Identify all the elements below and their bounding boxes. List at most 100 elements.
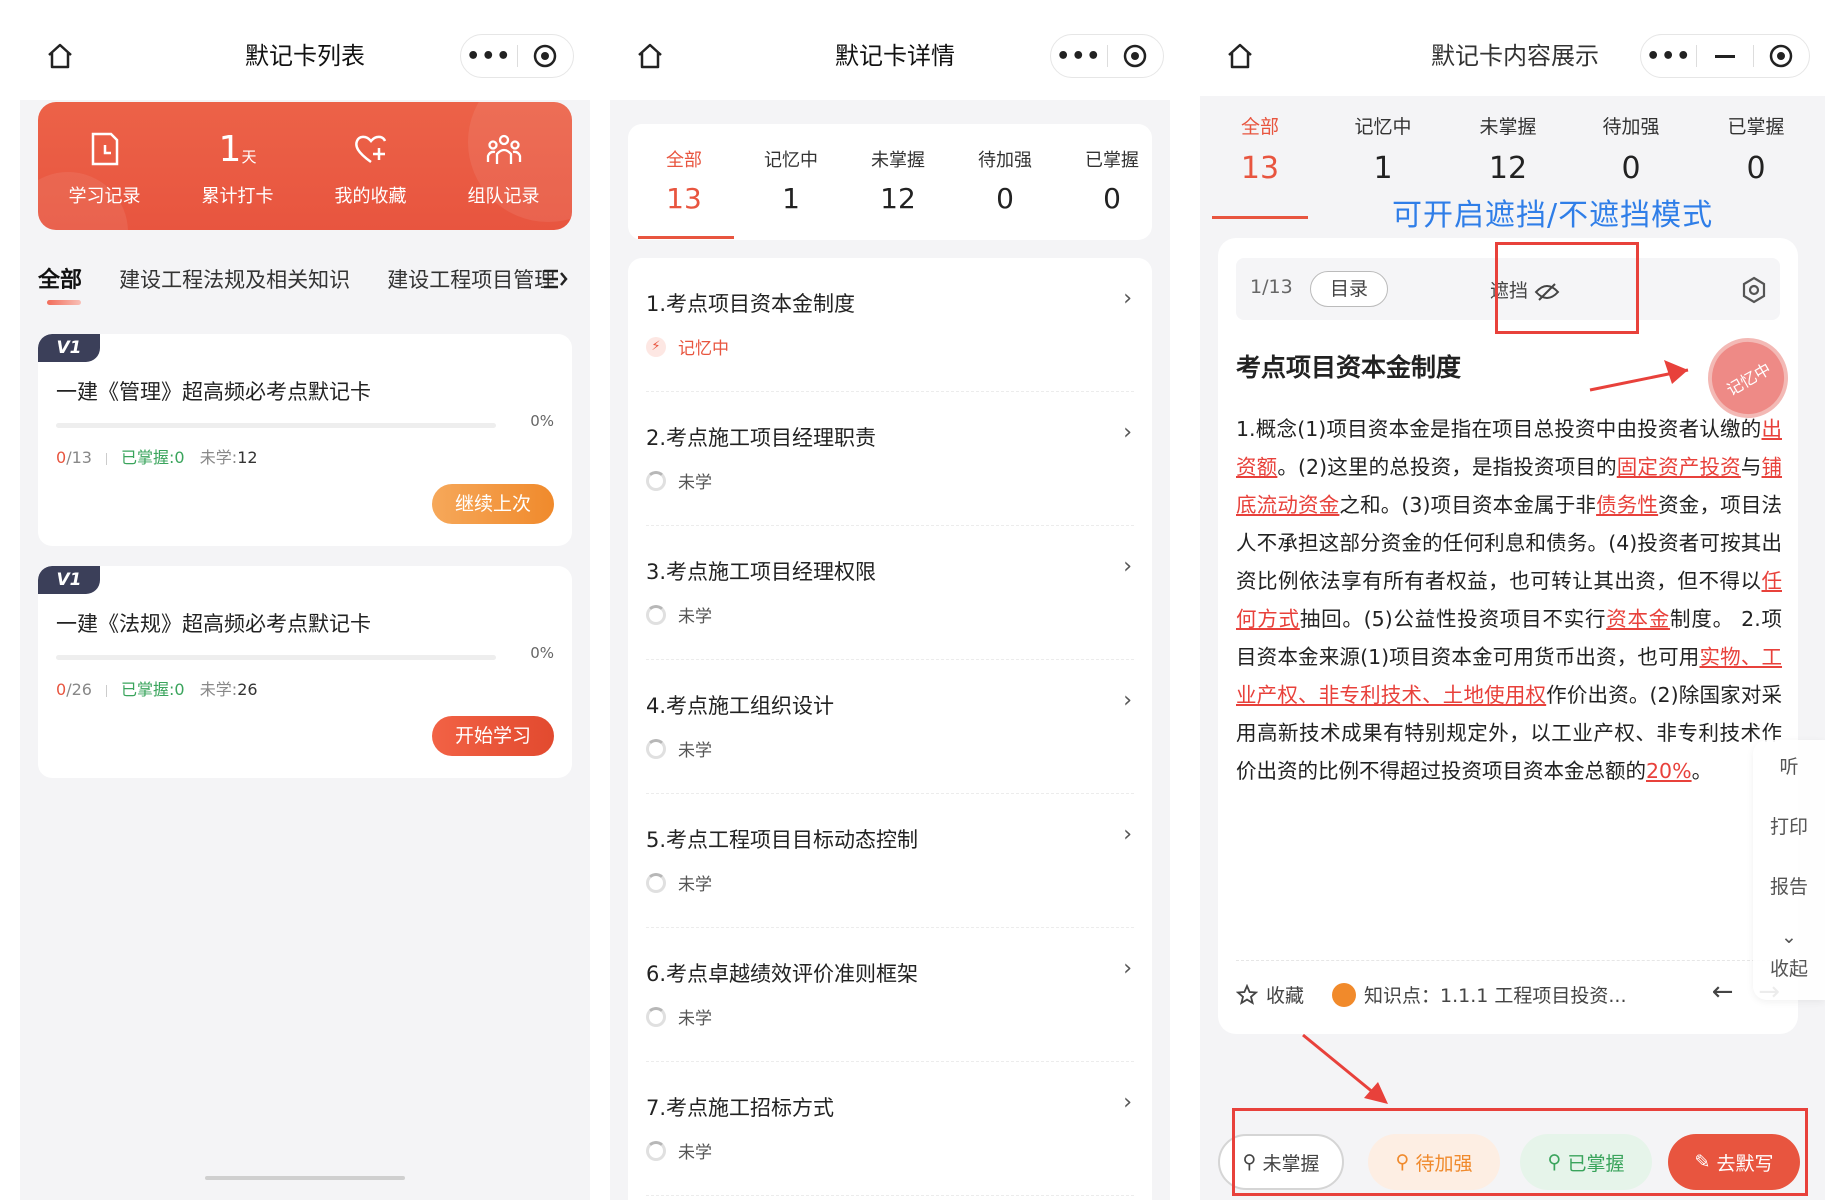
card-stats: 0/13 已掌握:0 未学:12 <box>56 448 258 467</box>
tab-mastered[interactable]: 已掌握 0 <box>1706 112 1806 186</box>
tab-mastered[interactable]: 已掌握 0 <box>1062 146 1162 215</box>
list-item[interactable]: 5.考点工程项目目标动态控制 › 未学 <box>646 794 1134 928</box>
navbar: 默记卡列表 ••• <box>20 0 590 100</box>
toc-button[interactable]: 目录 <box>1310 271 1388 307</box>
minimize-icon[interactable] <box>1697 34 1752 78</box>
chevron-right-icon: › <box>1123 1090 1132 1115</box>
tab-needs-work[interactable]: 待加强 0 <box>955 146 1055 215</box>
listen-button[interactable]: 听 <box>1753 752 1825 779</box>
masked-keyword[interactable]: 20% <box>1646 759 1692 783</box>
day-count-icon: 1天 <box>218 128 257 170</box>
list-item[interactable]: 6.考点卓越绩效评价准则框架 › 未学 <box>646 928 1134 1062</box>
topic-list: 1.考点项目资本金制度 › ⚡ 记忆中 2.考点施工项目经理职责 › 未学 3.考点施… <box>628 258 1152 1200</box>
collapse-button[interactable]: 收起 <box>1753 954 1825 981</box>
flash-card: 1/13 目录 遮挡 考点项目资本金制度 记忆中 1.概念(1)项目资本金是指在… <box>1218 238 1803 1034</box>
tab-all[interactable]: 全部 13 <box>1210 112 1310 186</box>
unlearned-icon <box>646 1006 666 1027</box>
study-record-button[interactable]: 学习记录 <box>38 128 171 208</box>
close-target-icon[interactable] <box>517 34 573 78</box>
card-title: 考点项目资本金制度 <box>1236 353 1462 382</box>
card-content-screen: 默记卡内容展示 ••• 全部 13 记忆中 1 未掌握 12 待加强 0 已掌握 0 可开… <box>1200 0 1825 1200</box>
capsule-menu: ••• <box>1050 34 1164 78</box>
annotation-box-actions <box>1232 1108 1808 1196</box>
banner-label: 我的收藏 <box>334 186 407 207</box>
chevron-right-icon: › <box>1123 688 1132 713</box>
card-detail-screen: 默记卡详情 ••• 全部 13 记忆中 1 未掌握 12 待加强 0 已掌握 0 1.考点… <box>610 0 1170 1200</box>
knowledge-point[interactable]: 知识点：1.1.1 工程项目投资... <box>1332 981 1672 1008</box>
masked-keyword[interactable]: 债务性 <box>1596 493 1658 517</box>
team-icon <box>437 128 570 170</box>
chevron-right-icon: › <box>1123 286 1132 311</box>
chevron-right-icon: › <box>1123 956 1132 981</box>
masked-keyword[interactable]: 固定资产投资 <box>1617 455 1741 479</box>
home-indicator <box>205 1176 405 1180</box>
progress-percent: 0% <box>530 644 554 662</box>
unlearned-icon <box>646 470 666 491</box>
annotation-mask-mode: 可开启遮挡/不遮挡模式 <box>1392 198 1714 233</box>
close-target-icon[interactable] <box>1754 34 1809 78</box>
unlearned-icon <box>646 738 666 759</box>
more-icon[interactable]: ••• <box>1051 34 1107 78</box>
active-tab-indicator <box>638 236 734 239</box>
tab-project-management[interactable]: 建设工程项目管理 <box>387 264 555 294</box>
home-icon[interactable] <box>40 36 80 76</box>
navbar: 默记卡内容展示 ••• <box>1200 0 1825 100</box>
page-counter: 1/13 <box>1250 276 1293 298</box>
report-button[interactable]: 报告 <box>1753 872 1825 899</box>
tab-not-mastered[interactable]: 未掌握 12 <box>1458 112 1558 186</box>
tab-all[interactable]: 全部 13 <box>634 146 734 215</box>
list-item[interactable]: 1.考点项目资本金制度 › ⚡ 记忆中 <box>646 258 1134 392</box>
list-item[interactable]: 4.考点施工组织设计 › 未学 <box>646 660 1134 794</box>
progress-percent: 0% <box>530 412 554 430</box>
chevron-down-icon[interactable]: ⌄ <box>1753 926 1825 948</box>
card-body: 1.概念(1)项目资本金是指在项目总投资中由投资者认缴的出资额。(2)这里的总投… <box>1236 410 1782 790</box>
side-toolbar: 听 打印 报告 ⌄ 收起 <box>1753 740 1825 1000</box>
print-button[interactable]: 打印 <box>1753 812 1825 839</box>
progress-bar <box>56 423 496 428</box>
status-summary: 全部 13 记忆中 1 未掌握 12 待加强 0 已掌握 0 <box>628 124 1152 240</box>
home-icon[interactable] <box>1220 36 1260 76</box>
clock-doc-icon <box>38 128 171 170</box>
tab-regulations[interactable]: 建设工程法规及相关知识 <box>119 264 350 294</box>
masked-keyword[interactable]: 资本金 <box>1606 607 1670 631</box>
unlearned-icon <box>646 872 666 893</box>
expand-menu-icon[interactable] <box>542 268 568 296</box>
list-item[interactable]: 7.考点施工招标方式 › 未学 <box>646 1062 1134 1196</box>
card-list-screen: 默记卡列表 ••• 学习记录 1天 累计打卡 我的收藏 组队记录 全部 建设工程… <box>20 0 590 1200</box>
list-item[interactable]: 3.考点施工项目经理权限 › 未学 <box>646 526 1134 660</box>
card-footer: 收藏 知识点：1.1.1 工程项目投资... ← → <box>1236 960 1780 1008</box>
tab-memorizing[interactable]: 记忆中 1 <box>1333 112 1433 186</box>
deck-card-management[interactable]: V1 一建《管理》超高频必考点默记卡 0% 0/13 已掌握:0 未学:12 继续… <box>38 334 572 546</box>
capsule-menu: ••• <box>460 34 574 78</box>
prev-arrow-icon[interactable]: ← <box>1712 977 1734 1007</box>
body-text-segment: 。 <box>1691 759 1713 783</box>
feature-banner: 学习记录 1天 累计打卡 我的收藏 组队记录 <box>38 102 572 230</box>
favorite-button[interactable]: 收藏 <box>1236 981 1304 1008</box>
banner-label: 组队记录 <box>467 186 540 207</box>
more-icon[interactable]: ••• <box>461 34 517 78</box>
tab-not-mastered[interactable]: 未掌握 12 <box>848 146 948 215</box>
close-target-icon[interactable] <box>1107 34 1163 78</box>
star-icon <box>1236 983 1258 1005</box>
deck-card-regulations[interactable]: V1 一建《法规》超高频必考点默记卡 0% 0/26 已掌握:0 未学:26 开始… <box>38 566 572 778</box>
tab-all[interactable]: 全部 <box>38 262 82 294</box>
version-tag: V1 <box>38 566 100 594</box>
tab-needs-work[interactable]: 待加强 0 <box>1581 112 1681 186</box>
team-record-button[interactable]: 组队记录 <box>437 128 570 208</box>
checkin-count-button[interactable]: 1天 累计打卡 <box>171 128 304 208</box>
start-learning-button[interactable]: 开始学习 <box>432 716 554 756</box>
unlearned-icon <box>646 1140 666 1161</box>
progress-bar <box>56 655 496 660</box>
annotation-box-mask <box>1495 242 1639 334</box>
tab-memorizing[interactable]: 记忆中 1 <box>741 146 841 215</box>
body-text-segment: 抽回。(5)公益性投资项目不实行 <box>1299 607 1607 631</box>
my-favorites-button[interactable]: 我的收藏 <box>304 128 437 208</box>
more-icon[interactable]: ••• <box>1641 34 1696 78</box>
home-icon[interactable] <box>630 36 670 76</box>
card-title: 一建《管理》超高频必考点默记卡 <box>56 380 371 404</box>
list-item[interactable]: 2.考点施工项目经理职责 › 未学 <box>646 392 1134 526</box>
page-title: 默记卡列表 <box>245 42 365 70</box>
continue-button[interactable]: 继续上次 <box>432 484 554 524</box>
settings-icon[interactable] <box>1740 276 1768 304</box>
active-tab-indicator <box>47 300 81 305</box>
